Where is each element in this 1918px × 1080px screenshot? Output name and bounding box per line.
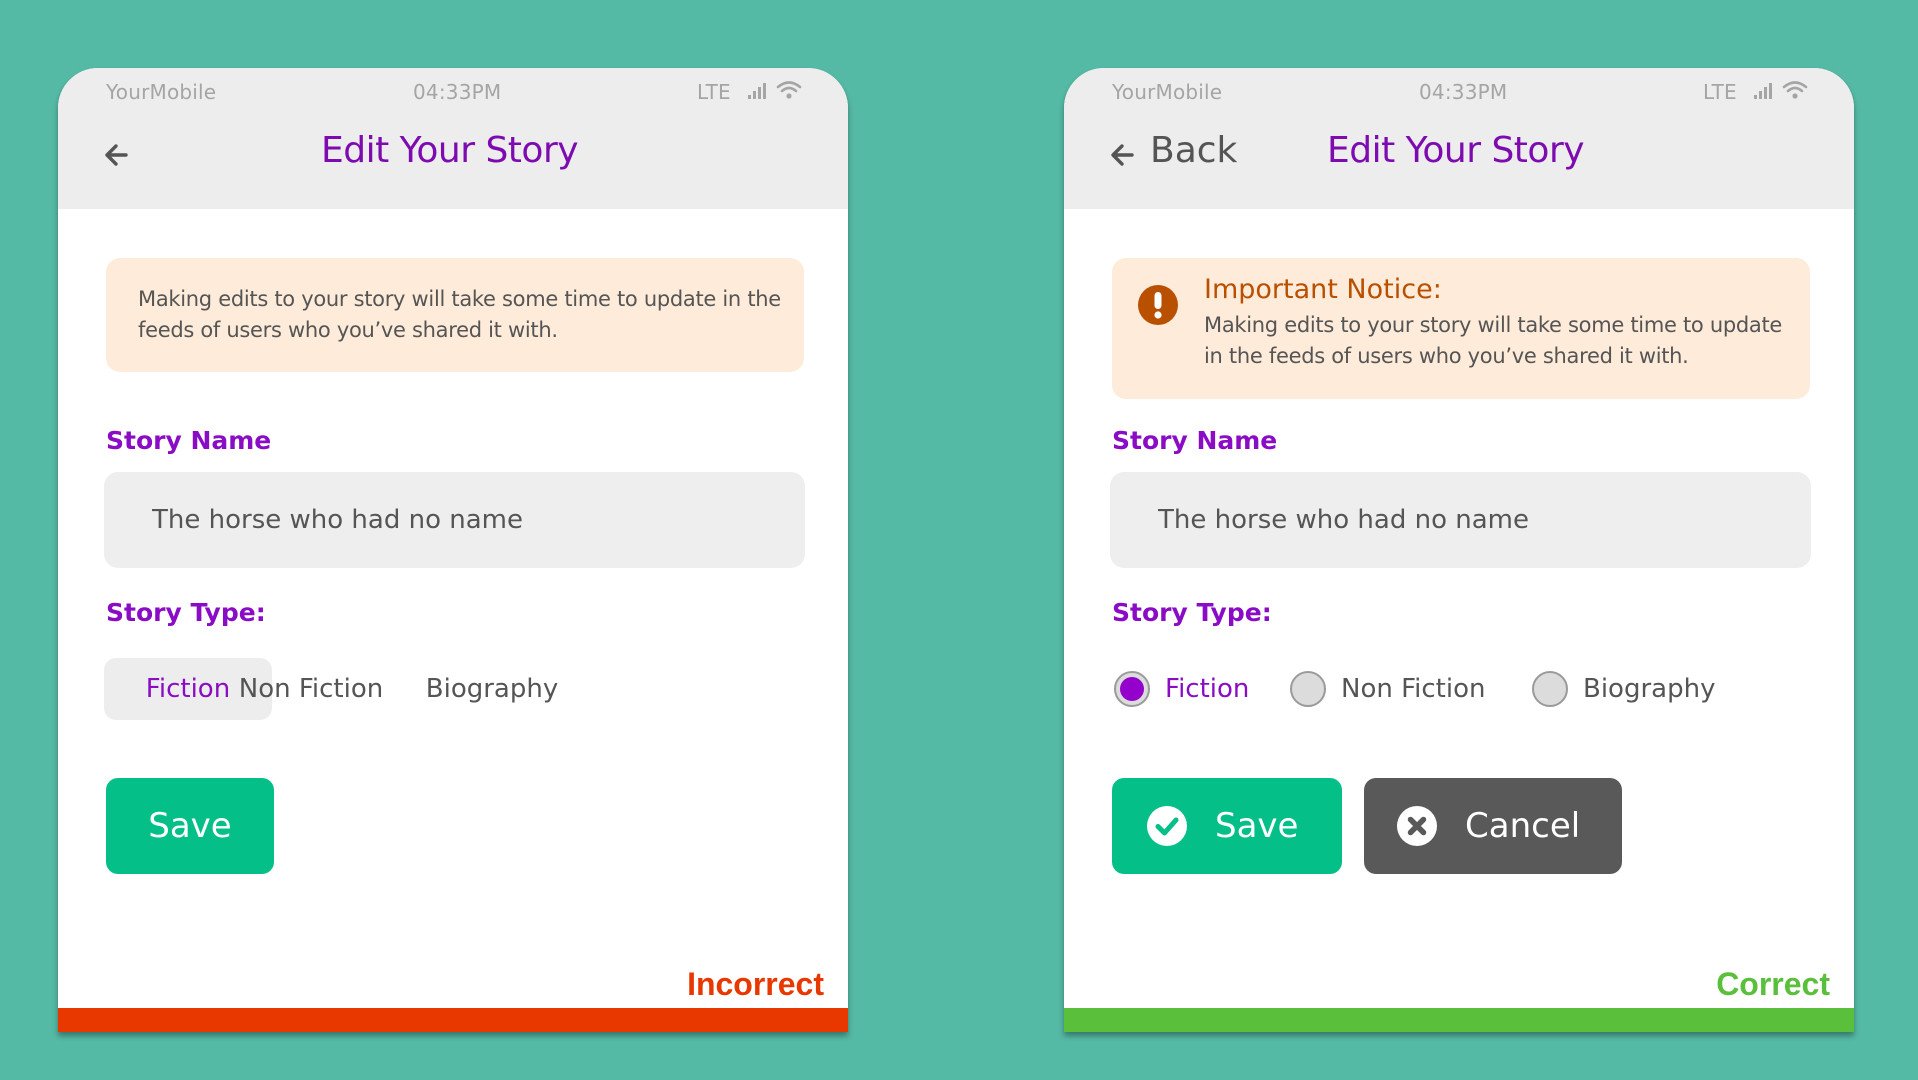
save-button[interactable]: Save xyxy=(1112,778,1342,874)
status-time: 04:33PM xyxy=(413,80,502,104)
status-carrier: YourMobile xyxy=(106,80,217,104)
radio-dot xyxy=(1120,677,1144,701)
check-circle-icon xyxy=(1147,806,1187,846)
page-title: Edit Your Story xyxy=(1327,130,1585,171)
story-type-radio-biography[interactable]: Biography xyxy=(1532,666,1715,712)
verdict-incorrect-label: Incorrect xyxy=(687,966,824,1002)
story-name-input[interactable] xyxy=(1110,472,1811,568)
arrow-left-icon xyxy=(1111,144,1134,166)
status-network: LTE xyxy=(1703,80,1737,104)
wifi-icon xyxy=(1782,81,1808,99)
signal-icon xyxy=(1754,83,1772,99)
notice-title: Important Notice: xyxy=(1204,274,1442,305)
cancel-button-label: Cancel xyxy=(1465,806,1581,846)
radio-label: Non Fiction xyxy=(1341,674,1486,704)
status-network: LTE xyxy=(697,80,731,104)
signal-icon xyxy=(748,83,766,99)
story-type-radio-fiction[interactable]: Fiction xyxy=(1114,666,1249,712)
story-type-option-non-fiction[interactable]: Non Fiction xyxy=(234,658,388,720)
radio-label: Fiction xyxy=(1165,674,1250,704)
phone-incorrect-example: YourMobile 04:33PM LTE Edit Your Story M… xyxy=(58,68,848,1032)
save-button-label: Save xyxy=(1215,806,1299,846)
cancel-button[interactable]: Cancel xyxy=(1364,778,1622,874)
status-carrier: YourMobile xyxy=(1112,80,1223,104)
verdict-correct-label: Correct xyxy=(1716,966,1830,1002)
story-type-radio-non-fiction[interactable]: Non Fiction xyxy=(1290,666,1486,712)
wifi-icon xyxy=(776,81,802,99)
save-button-label: Save xyxy=(148,806,232,846)
notice-text: Making edits to your story will take som… xyxy=(138,287,781,342)
exclamation-circle-icon xyxy=(1138,285,1178,325)
notice-box: Important Notice: Making edits to your s… xyxy=(1112,258,1810,399)
radio-button-unchecked[interactable] xyxy=(1290,671,1326,707)
app-header: YourMobile 04:33PM LTE Back Edit Your St… xyxy=(1064,68,1854,209)
app-header: YourMobile 04:33PM LTE Edit Your Story xyxy=(58,68,848,209)
story-type-option-biography[interactable]: Biography xyxy=(414,658,570,720)
story-name-label: Story Name xyxy=(1112,426,1278,455)
page-title: Edit Your Story xyxy=(321,130,579,171)
arrow-left-icon[interactable] xyxy=(104,142,130,168)
story-type-label: Story Type: xyxy=(1112,598,1272,627)
notice-text: Making edits to your story will take som… xyxy=(1204,313,1783,368)
save-button[interactable]: Save xyxy=(106,778,274,874)
back-label: Back xyxy=(1150,130,1238,171)
radio-button-unchecked[interactable] xyxy=(1532,671,1568,707)
verdict-bar-incorrect xyxy=(58,1008,848,1032)
status-time: 04:33PM xyxy=(1419,80,1508,104)
radio-button-checked[interactable] xyxy=(1114,671,1150,707)
x-circle-icon xyxy=(1397,806,1437,846)
story-type-label: Story Type: xyxy=(106,598,266,627)
radio-label: Biography xyxy=(1583,674,1716,704)
story-name-input[interactable] xyxy=(104,472,805,568)
verdict-bar-correct xyxy=(1064,1008,1854,1032)
phone-correct-example: YourMobile 04:33PM LTE Back Edit Your St… xyxy=(1064,68,1854,1032)
notice-box: Making edits to your story will take som… xyxy=(106,258,804,372)
story-name-label: Story Name xyxy=(106,426,272,455)
